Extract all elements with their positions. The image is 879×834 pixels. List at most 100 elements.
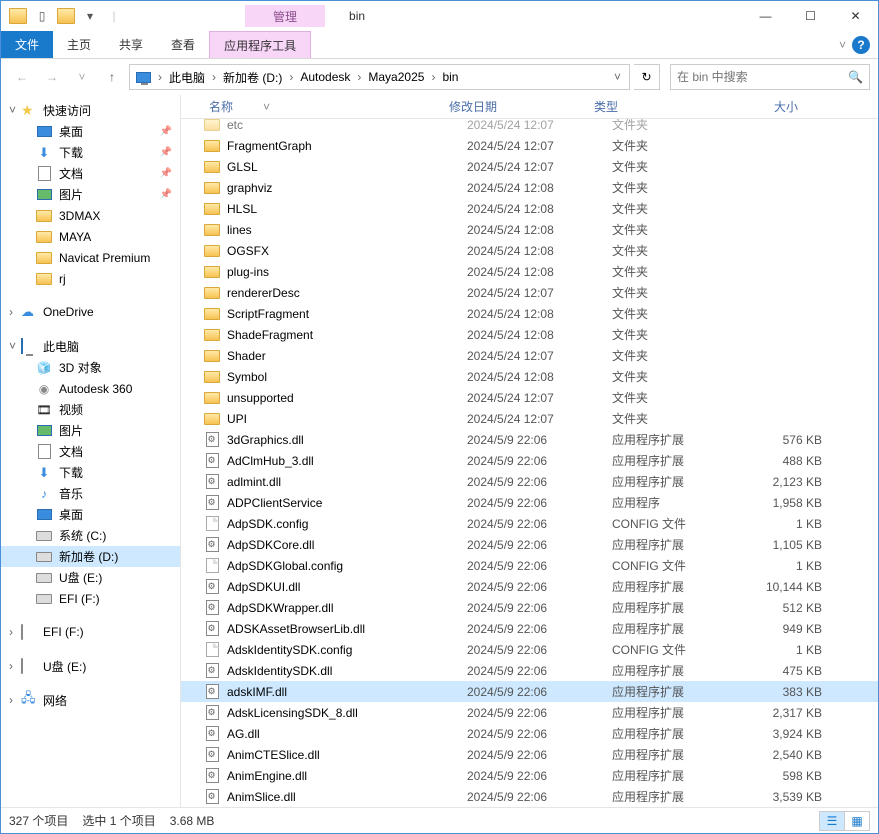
breadcrumb-root-icon[interactable] xyxy=(132,65,155,89)
maximize-button[interactable]: ☐ xyxy=(788,2,833,31)
file-row[interactable]: GLSL2024/5/24 12:07文件夹 xyxy=(181,156,878,177)
breadcrumb-item[interactable]: 此电脑 xyxy=(165,65,209,89)
file-row[interactable]: ShadeFragment2024/5/24 12:08文件夹 xyxy=(181,324,878,345)
file-row[interactable]: AdskIdentitySDK.config2024/5/9 22:06CONF… xyxy=(181,639,878,660)
ribbon-tab-share[interactable]: 共享 xyxy=(105,31,157,58)
sidebar-item[interactable]: ⬇下载 xyxy=(1,462,180,483)
breadcrumb-dropdown-button[interactable]: ˅ xyxy=(608,70,627,84)
sidebar-item[interactable]: EFI (F:) xyxy=(1,588,180,609)
sidebar-item[interactable]: 🎞视频 xyxy=(1,399,180,420)
file-row[interactable]: AnimCTESlice.dll2024/5/9 22:06应用程序扩展2,54… xyxy=(181,744,878,765)
file-list[interactable]: etc2024/5/24 12:07文件夹FragmentGraph2024/5… xyxy=(181,119,878,807)
dll-icon xyxy=(203,663,221,679)
sidebar-item[interactable]: ◉Autodesk 360 xyxy=(1,378,180,399)
sidebar-item[interactable]: rj xyxy=(1,268,180,289)
file-row[interactable]: AdpSDKUI.dll2024/5/9 22:06应用程序扩展10,144 K… xyxy=(181,576,878,597)
file-row[interactable]: etc2024/5/24 12:07文件夹 xyxy=(181,119,878,135)
view-details-button[interactable]: ☰ xyxy=(819,811,845,831)
view-large-icons-button[interactable]: ▦ xyxy=(844,811,870,831)
sidebar-item[interactable]: Navicat Premium xyxy=(1,247,180,268)
sidebar-item[interactable]: 3DMAX xyxy=(1,205,180,226)
file-row[interactable]: rendererDesc2024/5/24 12:07文件夹 xyxy=(181,282,878,303)
help-button[interactable]: ? xyxy=(852,36,870,54)
refresh-button[interactable]: ↻ xyxy=(634,64,660,90)
ribbon-tab-view[interactable]: 查看 xyxy=(157,31,209,58)
search-icon[interactable]: 🔍 xyxy=(848,70,863,84)
file-row[interactable]: AnimEngine.dll2024/5/9 22:06应用程序扩展598 KB xyxy=(181,765,878,786)
sidebar-network[interactable]: ›🖧 网络 xyxy=(1,689,180,711)
file-type: 文件夹 xyxy=(612,410,752,427)
column-size[interactable]: 大小 xyxy=(728,95,818,118)
ribbon-expand-button[interactable]: ˅ xyxy=(839,38,846,52)
close-button[interactable]: ✕ xyxy=(833,2,878,31)
sidebar-item-label: MAYA xyxy=(59,230,91,244)
column-date[interactable]: 修改日期 xyxy=(443,95,588,118)
sidebar-item[interactable]: 图片 xyxy=(1,420,180,441)
file-row[interactable]: UPI2024/5/24 12:07文件夹 xyxy=(181,408,878,429)
back-button[interactable]: ← xyxy=(9,64,35,90)
sidebar-quick-access[interactable]: ˅★ 快速访问 xyxy=(1,99,180,121)
file-row[interactable]: AdskIdentitySDK.dll2024/5/9 22:06应用程序扩展4… xyxy=(181,660,878,681)
breadcrumb-item[interactable]: Autodesk xyxy=(296,65,354,89)
file-row[interactable]: adskIMF.dll2024/5/9 22:06应用程序扩展383 KB xyxy=(181,681,878,702)
file-row[interactable]: AdskLicensingSDK_8.dll2024/5/9 22:06应用程序… xyxy=(181,702,878,723)
file-row[interactable]: OGSFX2024/5/24 12:08文件夹 xyxy=(181,240,878,261)
sidebar-item[interactable]: 系统 (C:) xyxy=(1,525,180,546)
file-row[interactable]: AdpSDKGlobal.config2024/5/9 22:06CONFIG … xyxy=(181,555,878,576)
file-row[interactable]: ADPClientService2024/5/9 22:06应用程序1,958 … xyxy=(181,492,878,513)
file-row[interactable]: ScriptFragment2024/5/24 12:08文件夹 xyxy=(181,303,878,324)
breadcrumb-item[interactable]: 新加卷 (D:) xyxy=(219,65,286,89)
sidebar-onedrive[interactable]: ›☁ OneDrive xyxy=(1,301,180,323)
file-row[interactable]: ADSKAssetBrowserLib.dll2024/5/9 22:06应用程… xyxy=(181,618,878,639)
recent-button[interactable]: ˅ xyxy=(69,64,95,90)
sidebar-efi[interactable]: › EFI (F:) xyxy=(1,621,180,643)
navigation-pane[interactable]: ˅★ 快速访问 桌面⬇下载文档图片3DMAXMAYANavicat Premiu… xyxy=(1,95,181,807)
file-type: 文件夹 xyxy=(612,221,752,238)
up-button[interactable]: ↑ xyxy=(99,64,125,90)
search-box[interactable]: 🔍 xyxy=(670,64,870,90)
file-row[interactable]: AdpSDKCore.dll2024/5/9 22:06应用程序扩展1,105 … xyxy=(181,534,878,555)
sidebar-item[interactable]: 文档 xyxy=(1,441,180,462)
sidebar-item[interactable]: ♪音乐 xyxy=(1,483,180,504)
ribbon-tab-app-tools[interactable]: 应用程序工具 xyxy=(209,31,311,58)
file-row[interactable]: Shader2024/5/24 12:07文件夹 xyxy=(181,345,878,366)
sidebar-this-pc[interactable]: ˅ 此电脑 xyxy=(1,335,180,357)
sidebar-item[interactable]: 桌面 xyxy=(1,504,180,525)
minimize-button[interactable]: — xyxy=(743,2,788,31)
sidebar-item[interactable]: 🧊3D 对象 xyxy=(1,357,180,378)
forward-button[interactable]: → xyxy=(39,64,65,90)
file-row[interactable]: Symbol2024/5/24 12:08文件夹 xyxy=(181,366,878,387)
qat-dropdown-button[interactable]: ▾ xyxy=(79,5,101,27)
breadcrumb-item[interactable]: bin xyxy=(438,65,462,89)
file-row[interactable]: HLSL2024/5/24 12:08文件夹 xyxy=(181,198,878,219)
sidebar-usb[interactable]: › U盘 (E:) xyxy=(1,655,180,677)
file-row[interactable]: lines2024/5/24 12:08文件夹 xyxy=(181,219,878,240)
ribbon-tab-file[interactable]: 文件 xyxy=(1,31,53,58)
qat-properties-button[interactable]: ▯ xyxy=(31,5,53,27)
file-row[interactable]: AdpSDK.config2024/5/9 22:06CONFIG 文件1 KB xyxy=(181,513,878,534)
sidebar-item[interactable]: MAYA xyxy=(1,226,180,247)
breadcrumb-item[interactable]: Maya2025 xyxy=(364,65,428,89)
file-row[interactable]: 3dGraphics.dll2024/5/9 22:06应用程序扩展576 KB xyxy=(181,429,878,450)
file-row[interactable]: AnimSlice.dll2024/5/9 22:06应用程序扩展3,539 K… xyxy=(181,786,878,807)
sidebar-item[interactable]: 桌面 xyxy=(1,121,180,142)
column-type[interactable]: 类型 xyxy=(588,95,728,118)
file-row[interactable]: plug-ins2024/5/24 12:08文件夹 xyxy=(181,261,878,282)
sidebar-item[interactable]: 新加卷 (D:) xyxy=(1,546,180,567)
breadcrumb-box[interactable]: › 此电脑› 新加卷 (D:)› Autodesk› Maya2025› bin… xyxy=(129,64,630,90)
qat-new-folder-button[interactable] xyxy=(55,5,77,27)
column-name[interactable]: 名称 xyxy=(203,95,443,118)
sidebar-item[interactable]: 图片 xyxy=(1,184,180,205)
file-row[interactable]: AG.dll2024/5/9 22:06应用程序扩展3,924 KB xyxy=(181,723,878,744)
search-input[interactable] xyxy=(677,70,848,84)
ribbon-tab-home[interactable]: 主页 xyxy=(53,31,105,58)
sidebar-item[interactable]: U盘 (E:) xyxy=(1,567,180,588)
file-row[interactable]: AdClmHub_3.dll2024/5/9 22:06应用程序扩展488 KB xyxy=(181,450,878,471)
file-row[interactable]: unsupported2024/5/24 12:07文件夹 xyxy=(181,387,878,408)
file-row[interactable]: FragmentGraph2024/5/24 12:07文件夹 xyxy=(181,135,878,156)
file-row[interactable]: graphviz2024/5/24 12:08文件夹 xyxy=(181,177,878,198)
sidebar-item[interactable]: 文档 xyxy=(1,163,180,184)
sidebar-item[interactable]: ⬇下载 xyxy=(1,142,180,163)
file-row[interactable]: AdpSDKWrapper.dll2024/5/9 22:06应用程序扩展512… xyxy=(181,597,878,618)
file-row[interactable]: adlmint.dll2024/5/9 22:06应用程序扩展2,123 KB xyxy=(181,471,878,492)
